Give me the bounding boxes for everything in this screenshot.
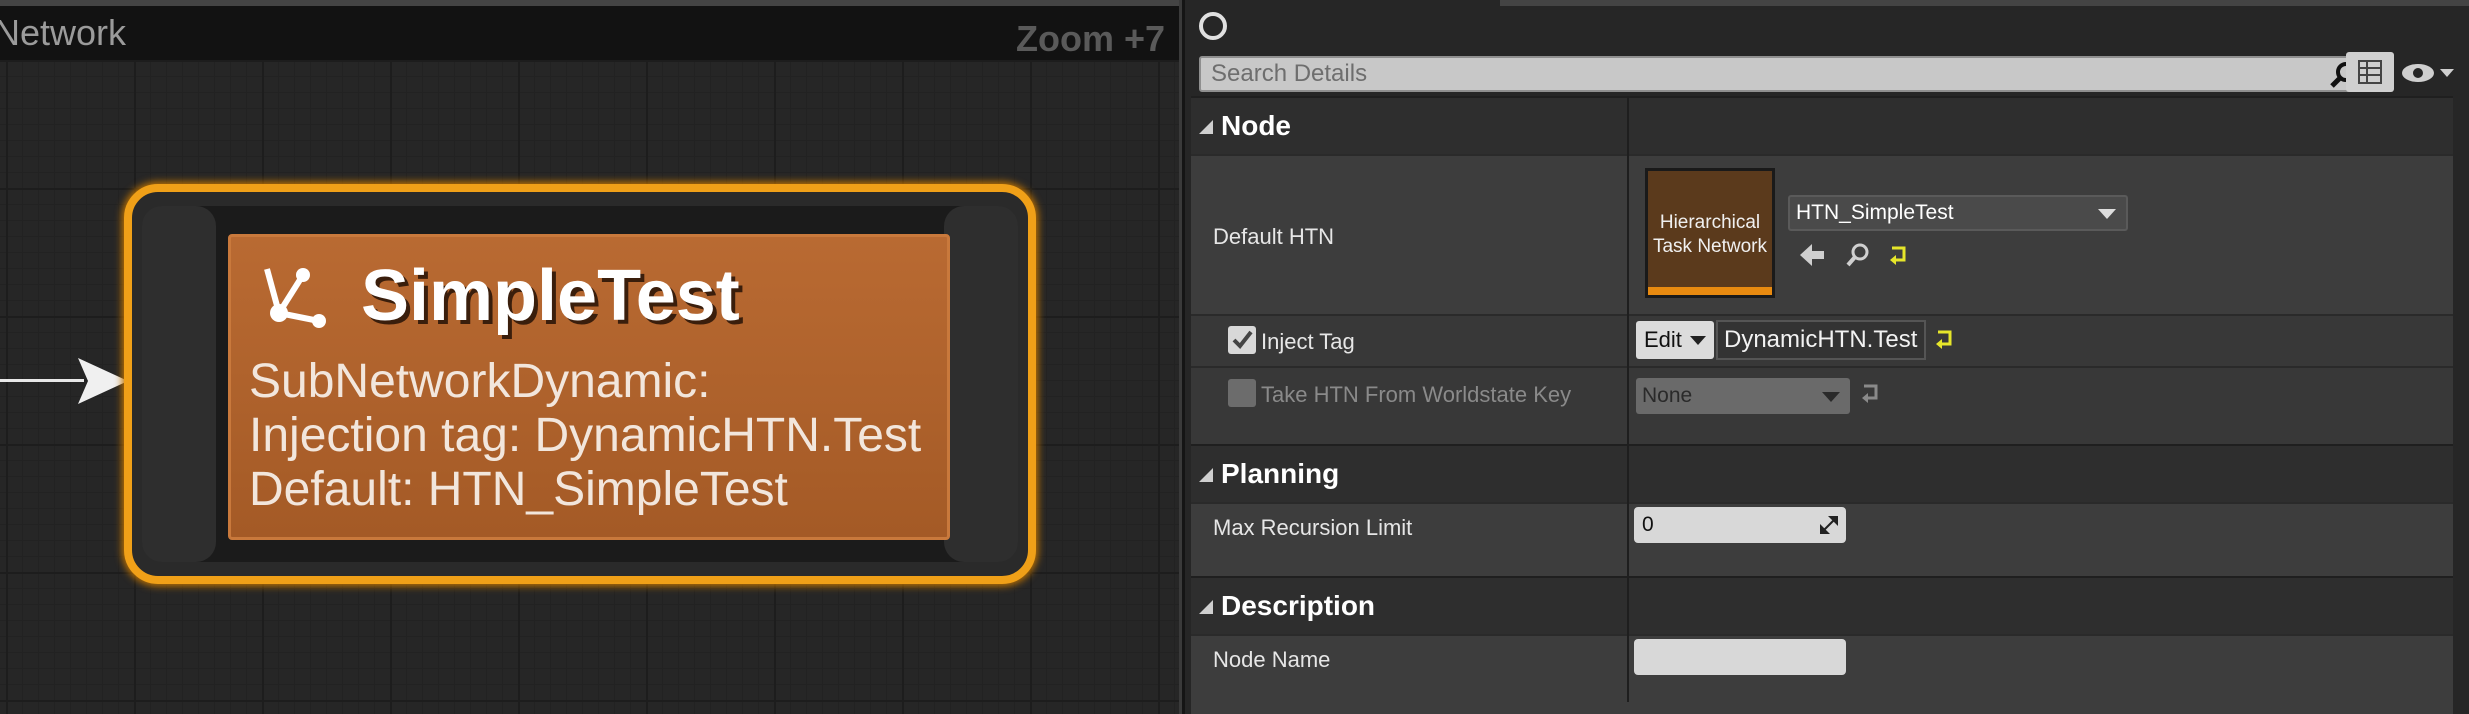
checkmark-icon	[1232, 330, 1253, 350]
asset-thumbnail[interactable]: Hierarchical Task Network	[1645, 168, 1775, 298]
tab-strip	[1500, 0, 2469, 6]
browse-search-icon[interactable]	[1844, 242, 1872, 268]
section-description[interactable]: Description	[1191, 576, 2453, 634]
reset-to-default-icon[interactable]	[1860, 382, 1882, 404]
details-header	[1185, 0, 2469, 52]
node-name-input[interactable]	[1634, 639, 1846, 675]
search-details-input[interactable]: Search Details	[1199, 56, 2367, 92]
chevron-down-icon	[2098, 209, 2116, 219]
section-planning-label: Planning	[1221, 458, 1340, 489]
collapse-triangle-icon	[1199, 600, 1213, 614]
grid-icon	[2358, 60, 2382, 84]
inject-tag-value[interactable]: DynamicHTN.Test	[1716, 320, 1926, 360]
row-default-htn: Default HTN	[1191, 154, 2453, 314]
node-title: SimpleTest	[361, 256, 740, 336]
section-node[interactable]: Node	[1191, 96, 2453, 154]
subnetwork-branch-icon	[264, 268, 326, 328]
section-planning[interactable]: Planning	[1191, 444, 2453, 502]
take-htn-label: Take HTN From Worldstate Key	[1261, 382, 1572, 407]
property-matrix-button[interactable]	[2346, 52, 2394, 92]
connection-wire[interactable]	[0, 379, 84, 382]
section-description-label: Description	[1221, 590, 1376, 621]
search-placeholder: Search Details	[1211, 60, 1368, 87]
inject-tag-checkbox[interactable]	[1228, 326, 1256, 354]
edit-button-label: Edit	[1644, 327, 1682, 352]
default-htn-label: Default HTN	[1213, 224, 1335, 249]
section-node-label: Node	[1221, 110, 1291, 141]
reset-to-default-icon[interactable]	[1888, 244, 1910, 266]
graph-panel[interactable]: Network Zoom +7 SimpleTest SubNetworkDyn…	[0, 0, 1182, 714]
max-recursion-value: 0	[1642, 513, 1654, 536]
asset-type-bar	[1648, 287, 1772, 295]
graph-title: Network	[0, 0, 1179, 60]
node-body[interactable]: SimpleTest SubNetworkDynamic: Injection …	[228, 234, 950, 540]
chevron-down-icon	[1822, 392, 1840, 402]
max-recursion-input[interactable]: 0	[1634, 507, 1846, 543]
edit-tag-button[interactable]: Edit	[1636, 321, 1714, 359]
use-selected-arrow-icon[interactable]	[1798, 242, 1826, 268]
chevron-down-icon	[1690, 336, 1706, 345]
lock-circle-icon[interactable]	[1199, 12, 1227, 40]
inject-tag-label: Inject Tag	[1261, 329, 1355, 354]
spin-drag-icon[interactable]	[1820, 516, 1838, 534]
max-recursion-label: Max Recursion Limit	[1213, 515, 1413, 540]
node-description: SubNetworkDynamic: Injection tag: Dynami…	[249, 355, 922, 516]
worldstate-key-dropdown[interactable]: None	[1636, 378, 1850, 414]
default-htn-asset-picker[interactable]: HTN_SimpleTest	[1788, 195, 2128, 231]
collapse-triangle-icon	[1199, 120, 1213, 134]
view-options-eye-icon[interactable]	[2400, 62, 2456, 84]
take-htn-checkbox[interactable]	[1228, 379, 1256, 407]
input-pin-arrow-icon[interactable]	[78, 358, 130, 404]
node-name-label: Node Name	[1213, 647, 1331, 672]
thumbnail-label: Hierarchical Task Network	[1652, 212, 1768, 257]
reset-to-default-icon[interactable]	[1934, 328, 1956, 350]
node-output-pin-area[interactable]	[944, 206, 1018, 562]
worldstate-key-value: None	[1642, 384, 1693, 407]
zoom-label: Zoom +7	[1015, 18, 1165, 59]
collapse-triangle-icon	[1199, 468, 1213, 482]
asset-picker-value: HTN_SimpleTest	[1796, 201, 1954, 224]
graph-node[interactable]: SimpleTest SubNetworkDynamic: Injection …	[124, 184, 1036, 584]
node-input-pin-area[interactable]	[142, 206, 216, 562]
column-divider[interactable]	[1627, 96, 1629, 702]
